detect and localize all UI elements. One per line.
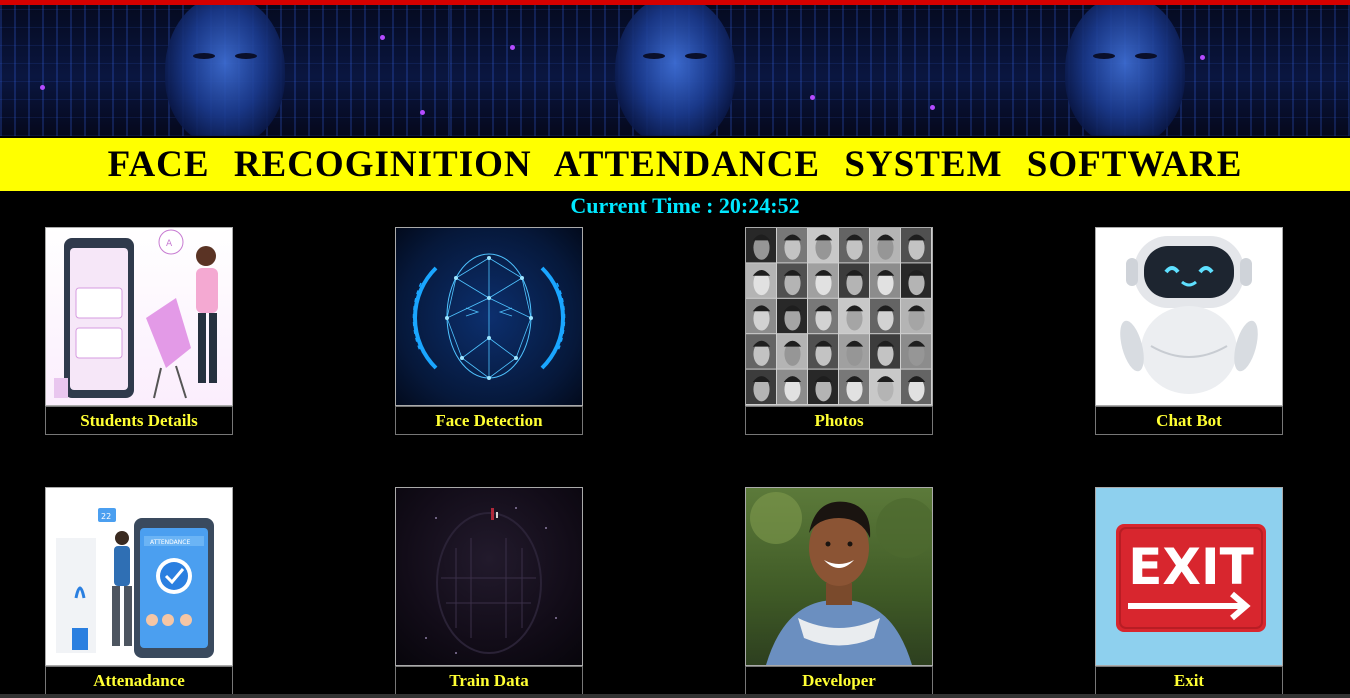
developer-button[interactable]: Developer (745, 666, 933, 695)
exit-sign-icon[interactable]: EXIT (1095, 487, 1283, 666)
tile-train-data[interactable]: Train Data (395, 487, 583, 695)
banner-panel-2 (450, 5, 900, 136)
banner-panel-3 (900, 5, 1350, 136)
exit-button[interactable]: Exit (1095, 666, 1283, 695)
attendance-phone-icon[interactable]: ATTENDANCE 22 (45, 487, 233, 666)
tile-students-details[interactable]: A Students Details (45, 227, 233, 435)
attendance-button[interactable]: Attenadance (45, 666, 233, 695)
face-detection-button[interactable]: Face Detection (395, 406, 583, 435)
svg-text:A: A (166, 239, 173, 249)
current-time-label: Current Time : 20:24:52 (570, 193, 800, 218)
tile-face-detection[interactable]: Face Detection (395, 227, 583, 435)
chat-bot-button[interactable]: Chat Bot (1095, 406, 1283, 435)
tile-photos[interactable]: Photos (745, 227, 933, 435)
header-banner-image (0, 5, 1350, 136)
train-data-button[interactable]: Train Data (395, 666, 583, 695)
exit-sign-text: EXIT (1128, 538, 1253, 596)
robot-icon[interactable] (1095, 227, 1283, 406)
tile-exit[interactable]: EXIT Exit (1095, 487, 1283, 695)
students-details-button[interactable]: Students Details (45, 406, 233, 435)
tile-developer[interactable]: Developer (745, 487, 933, 695)
face-mesh-icon[interactable] (395, 227, 583, 406)
svg-text:ATTENDANCE: ATTENDANCE (150, 539, 190, 546)
bottom-border (0, 694, 1350, 698)
photo-grid-icon[interactable] (745, 227, 933, 406)
page-title: FACE RECOGINITION ATTENDANCE SYSTEM SOFT… (107, 144, 1243, 185)
svg-text:22: 22 (101, 512, 111, 521)
tile-attendance[interactable]: ATTENDANCE 22 Attenadance (45, 487, 233, 695)
tile-chat-bot[interactable]: Chat Bot (1095, 227, 1283, 435)
banner-panel-1 (0, 5, 450, 136)
photos-button[interactable]: Photos (745, 406, 933, 435)
title-bar: FACE RECOGINITION ATTENDANCE SYSTEM SOFT… (0, 138, 1350, 191)
students-illustration-icon[interactable]: A (45, 227, 233, 406)
ai-head-icon[interactable] (395, 487, 583, 666)
developer-photo-icon[interactable] (745, 487, 933, 666)
